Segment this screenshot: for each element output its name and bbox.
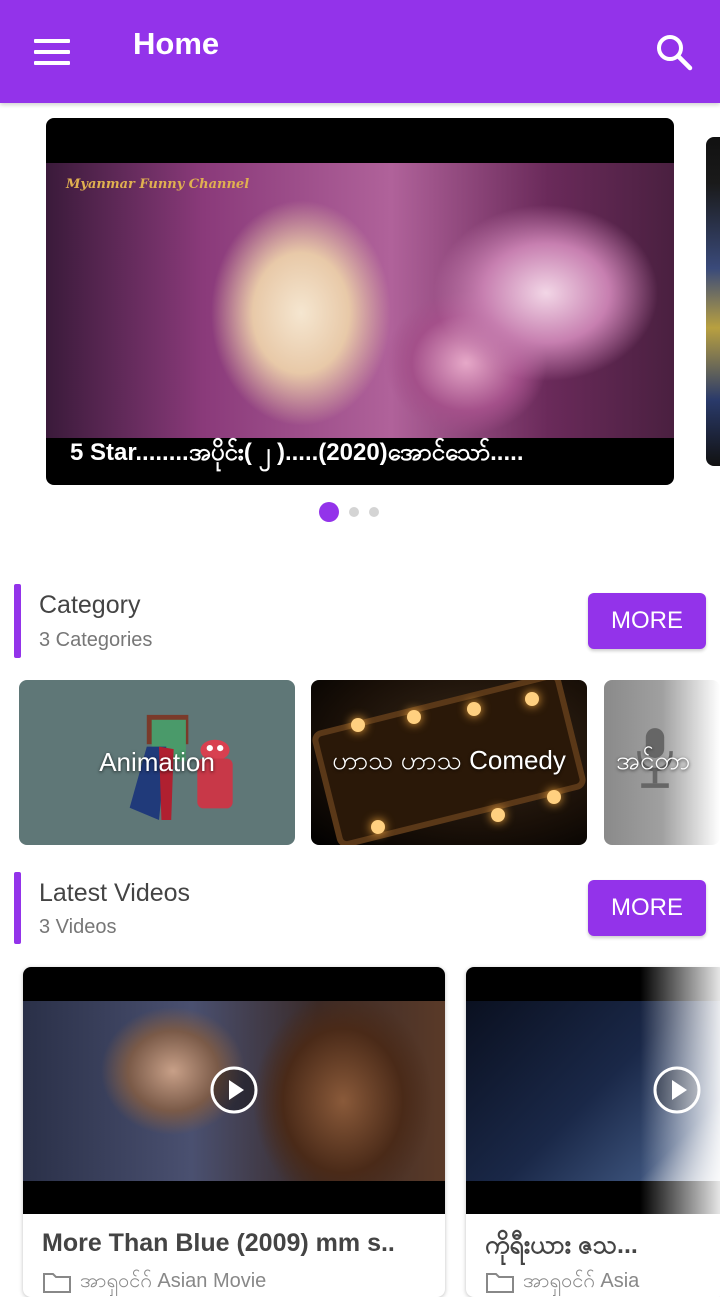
- section-accent-bar: [14, 584, 21, 658]
- folder-icon: [486, 1273, 514, 1293]
- next-slide-peek[interactable]: [706, 137, 720, 466]
- category-card-comedy[interactable]: ဟာသ ဟာသ Comedy: [311, 680, 587, 845]
- slider-pagination: [319, 502, 379, 522]
- video-title: More Than Blue (2009) mm s..: [42, 1229, 395, 1257]
- latest-more-button[interactable]: MORE: [588, 880, 706, 936]
- video-category: အာရှဝင်ဂ် Asia: [523, 1270, 640, 1292]
- folder-icon: [43, 1273, 71, 1293]
- category-card-animation[interactable]: Animation: [19, 680, 295, 845]
- play-icon[interactable]: [209, 1065, 259, 1115]
- hamburger-menu-icon[interactable]: [28, 30, 76, 74]
- video-card[interactable]: More Than Blue (2009) mm s.. အာရှဝင်ဂ် A…: [23, 967, 445, 1297]
- category-section-count: 3 Categories: [39, 629, 153, 651]
- category-label: Animation: [99, 747, 215, 777]
- video-category: အာရှဝင်ဂ် Asian Movie: [80, 1270, 267, 1292]
- slide-caption: 5 Star........အပိုင်း( ၂ ).....(2020)အော…: [70, 439, 524, 466]
- search-icon[interactable]: [654, 32, 694, 72]
- category-card-third[interactable]: အင်တာ: [604, 680, 720, 845]
- latest-section-title: Latest Videos: [39, 879, 191, 907]
- section-accent-bar: [14, 872, 21, 944]
- category-label: အင်တာ: [616, 745, 691, 775]
- video-meta: အာရှဝင်ဂ် Asia: [485, 1267, 639, 1297]
- category-label: ဟာသ ဟာသ Comedy: [332, 745, 566, 775]
- pagination-dot[interactable]: [369, 507, 379, 517]
- video-thumbnail: [23, 967, 445, 1214]
- pagination-dot-active[interactable]: [319, 502, 339, 522]
- scroll-fade-overlay: [640, 960, 720, 1280]
- featured-slide[interactable]: Myanmar Funny Channel 5 Star........အပို…: [46, 118, 674, 485]
- category-section-title: Category: [39, 591, 141, 619]
- slide-watermark: Myanmar Funny Channel: [66, 177, 250, 192]
- app-bar: Home: [0, 0, 720, 103]
- category-more-button[interactable]: MORE: [588, 593, 706, 649]
- latest-section-count: 3 Videos: [39, 916, 117, 938]
- page-title: Home: [133, 26, 220, 61]
- pagination-dot[interactable]: [349, 507, 359, 517]
- video-meta: အာရှဝင်ဂ် Asian Movie: [42, 1267, 266, 1297]
- slide-image: Myanmar Funny Channel: [46, 163, 674, 438]
